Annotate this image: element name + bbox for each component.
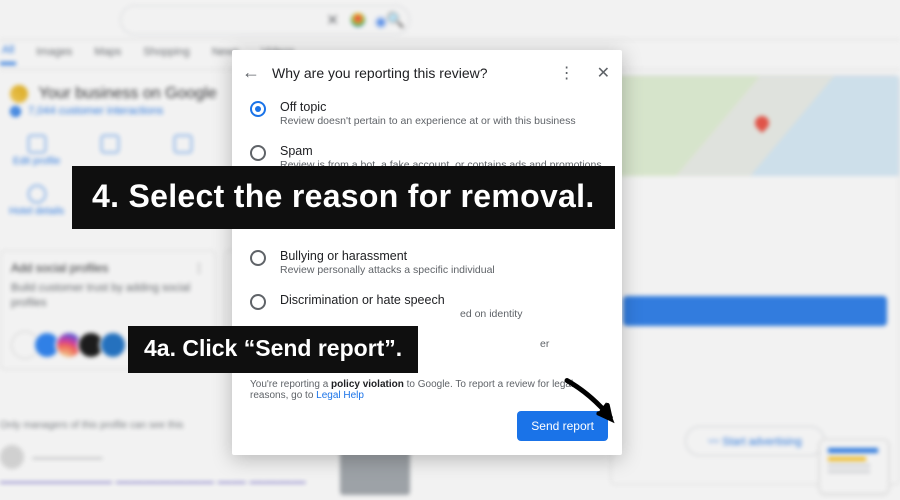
modal-footer-bar: Send report	[232, 401, 622, 455]
radio-icon[interactable]	[250, 250, 266, 266]
option-desc: Review doesn't pertain to an experience …	[280, 115, 576, 129]
instruction-step-4: 4. Select the reason for removal.	[72, 166, 615, 229]
modal-title: Why are you reporting this review?	[272, 65, 547, 81]
option-title: Bullying or harassment	[280, 249, 495, 263]
more-icon[interactable]: ⋮	[559, 63, 575, 83]
send-report-button[interactable]: Send report	[517, 411, 608, 441]
modal-header: ← Why are you reporting this review? ⋮ ✕	[232, 50, 622, 93]
radio-icon[interactable]	[250, 101, 266, 117]
option-title: Discrimination or hate speech	[280, 293, 522, 307]
option-bullying[interactable]: Bullying or harassment Review personally…	[250, 242, 606, 286]
radio-icon[interactable]	[250, 294, 266, 310]
footer-pre: You're reporting a	[250, 379, 331, 390]
footer-bold: policy violation	[331, 379, 404, 390]
option-discrimination[interactable]: Discrimination or hate speech ed on iden…	[250, 286, 606, 330]
close-icon[interactable]: ✕	[597, 63, 610, 83]
option-title: Spam	[280, 144, 602, 158]
legal-help-link[interactable]: Legal Help	[316, 390, 364, 401]
option-desc: ed on identity	[280, 308, 522, 322]
option-title: Off topic	[280, 100, 576, 114]
modal-footer-text: You're reporting a policy violation to G…	[232, 373, 622, 401]
back-icon[interactable]: ←	[242, 62, 260, 83]
radio-icon[interactable]	[250, 145, 266, 161]
option-desc: Review personally attacks a specific ind…	[280, 264, 495, 278]
instruction-step-4a: 4a. Click “Send report”.	[128, 326, 418, 373]
option-off-topic[interactable]: Off topic Review doesn't pertain to an e…	[250, 93, 606, 137]
report-review-modal: ← Why are you reporting this review? ⋮ ✕…	[232, 50, 622, 455]
